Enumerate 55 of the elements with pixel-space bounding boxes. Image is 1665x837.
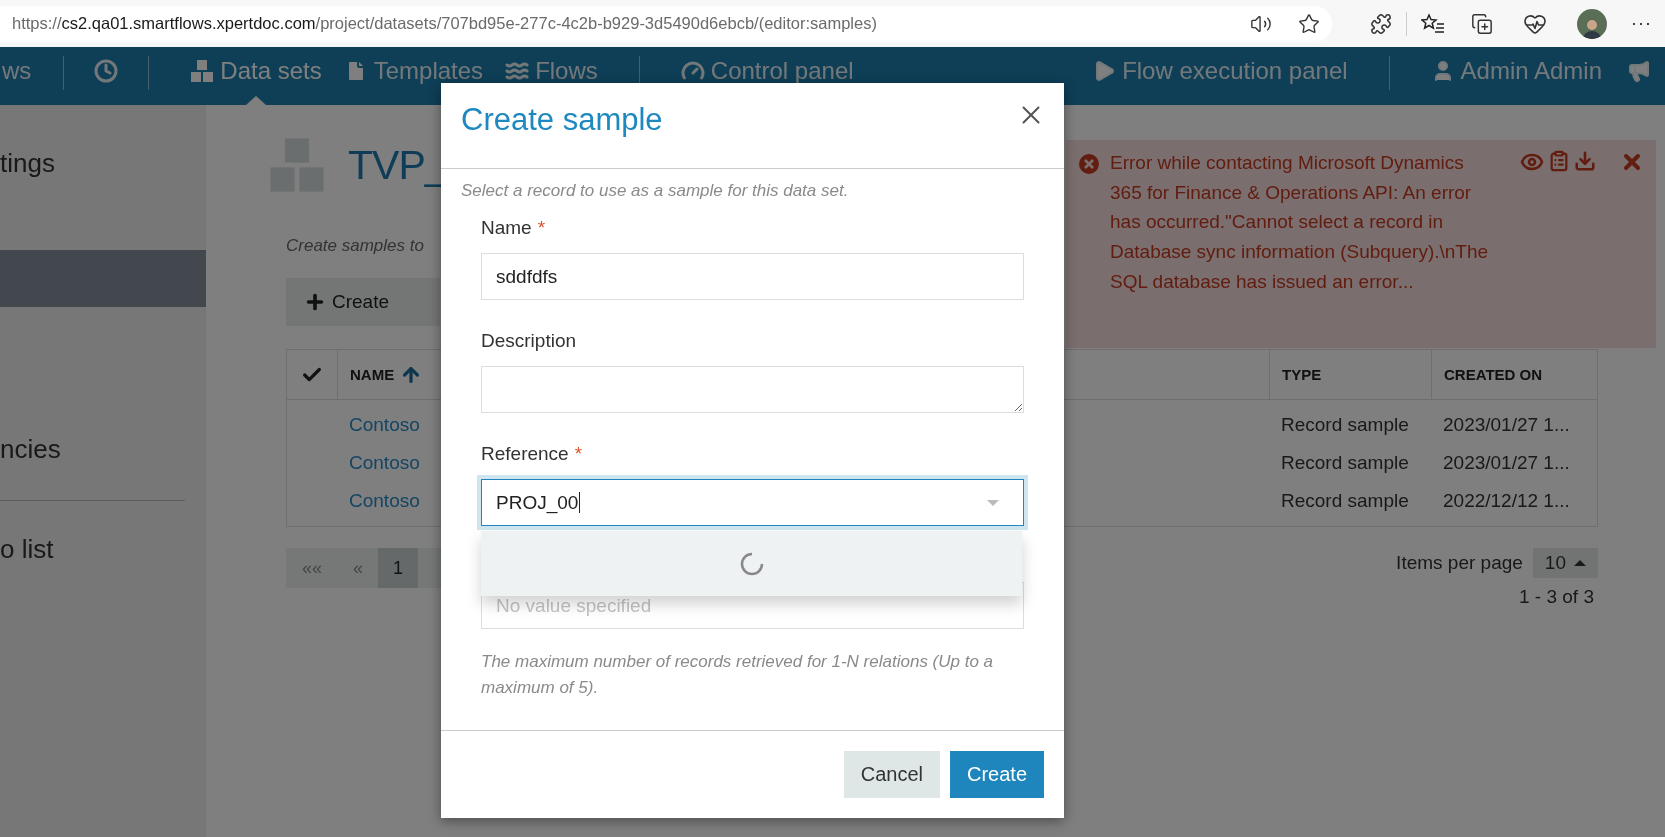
blocks-icon	[190, 59, 215, 83]
star-list-icon[interactable]	[1421, 12, 1445, 35]
error-icon	[1078, 153, 1100, 175]
table-cell-text: 2023/01/27 1...	[1442, 452, 1571, 474]
table-cell-text: 2023/01/27 1...	[1442, 414, 1571, 436]
caret-icon	[1574, 560, 1586, 566]
sidebar-item[interactable]: ncies	[0, 421, 206, 478]
url-text: https://cs2.qa01.smartflows.xpertdoc.com/project/datasets/707bd95e-277c-4c2b-b929-3d5490d6ebcb/(editor:samples)	[12, 14, 878, 33]
table-cell-text: Record sample	[1280, 452, 1410, 474]
nav-link[interactable]: ws	[0, 47, 34, 105]
more-button[interactable]: ···	[1631, 13, 1652, 34]
field-label: Description	[481, 330, 577, 352]
puzzle-icon[interactable]	[1370, 12, 1392, 35]
column-header[interactable]: NAME	[350, 366, 395, 383]
gauge-icon	[680, 59, 705, 83]
avatar[interactable]	[1577, 8, 1607, 39]
required-mark: *	[574, 443, 583, 465]
clock-icon[interactable]	[94, 59, 119, 83]
nav-link[interactable]: Flow execution panel	[1081, 47, 1359, 105]
error-message: Error while contacting Microsoft Dynamics 365 for Finance & Operations API: An error has occurred."Cannot select a record in Database sync information (Subquery).\nThe SQL database has issued an error...	[1110, 151, 1490, 294]
create-button[interactable]: Create	[949, 751, 1044, 798]
create-button[interactable]: Create	[286, 278, 440, 326]
cancel-button[interactable]: Cancel	[843, 751, 940, 798]
items-per-page-label: Items per page	[1396, 552, 1523, 574]
download-icon[interactable]	[1574, 150, 1596, 172]
field-label: Reference	[481, 443, 569, 465]
help-text: The maximum number of records retrieved for 1-N relations (Up to a maximum of 5).	[481, 651, 995, 699]
page-subtitle: Create samples to	[286, 236, 424, 256]
first-page-button[interactable]: ««	[286, 548, 338, 588]
table-cell-text: Record sample	[1280, 490, 1410, 512]
sidebar-item[interactable]: tings	[0, 135, 206, 192]
dialog-intro: Select a record to use as a sample for this data set.	[461, 181, 850, 201]
plus-icon	[304, 291, 326, 313]
table-cell-text: Record sample	[1280, 414, 1410, 436]
required-mark: *	[537, 217, 546, 239]
table-cell-text: 2022/12/12 1...	[1442, 490, 1571, 512]
active-indicator	[246, 96, 267, 105]
sidebar-item[interactable]: o list	[0, 521, 206, 578]
column-header[interactable]: TYPE	[1282, 366, 1322, 383]
items-per-page-select[interactable]: 10	[1532, 548, 1598, 578]
page-button[interactable]: 1	[378, 548, 418, 588]
range-text: 1 - 3 of 3	[1519, 586, 1594, 608]
column-header[interactable]: CREATED ON	[1444, 366, 1543, 383]
collections-icon[interactable]	[1471, 12, 1493, 35]
name-field[interactable]: sddfdfs	[481, 253, 1024, 300]
field-label: Name	[481, 217, 532, 239]
clipboard-icon[interactable]	[1548, 150, 1570, 172]
previous-page-button[interactable]: «	[338, 548, 378, 588]
address-bar[interactable]: https://cs2.qa01.smartflows.xpertdoc.com/project/datasets/707bd95e-277c-4c2b-b929-3d5490d6ebcb/(editor:samples)	[0, 5, 1332, 42]
nav-link[interactable]: Admin Admin	[1419, 47, 1613, 105]
megaphone-icon[interactable]	[1627, 59, 1651, 83]
page-title: TVP_	[348, 141, 447, 189]
star-icon[interactable]	[1298, 12, 1320, 35]
description-field[interactable]	[481, 366, 1024, 413]
nav-link[interactable]: Control panel	[669, 47, 865, 105]
